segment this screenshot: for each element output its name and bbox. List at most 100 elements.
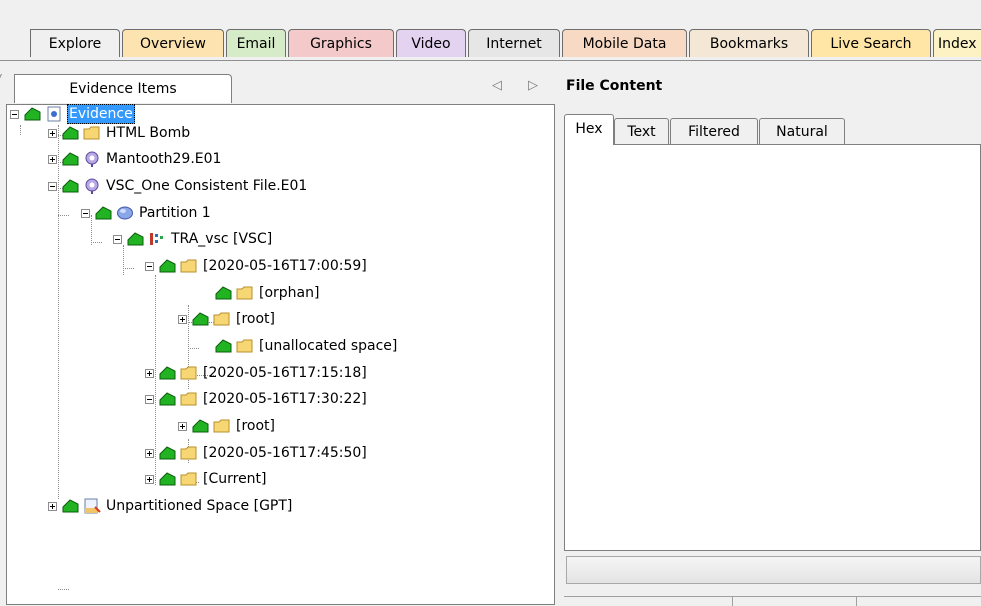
tree-node[interactable]: Evidence [10, 104, 135, 124]
tab-live-search[interactable]: Live Search [811, 29, 931, 57]
main-tab-strip: Explore Overview Email Graphics Video In… [0, 26, 981, 61]
tree-node-label: [unallocated space] [259, 338, 398, 354]
tree-node[interactable]: [orphan] [214, 283, 320, 303]
tab-label: Overview [140, 36, 206, 52]
folder-icon [180, 446, 197, 460]
tree-node-label: TRA_vsc [VSC] [171, 231, 273, 247]
folder-icon [180, 472, 197, 486]
tab-filtered[interactable]: Filtered [670, 118, 758, 144]
magnifier-disk-icon [85, 151, 99, 167]
tree-node[interactable]: [2020-05-16T17:30:22] [145, 389, 368, 409]
tree-node[interactable]: [2020-05-16T17:45:50] [145, 443, 368, 463]
tree-node[interactable]: HTML Bomb [48, 123, 191, 143]
folder-icon [180, 259, 197, 273]
tree-node[interactable]: [unallocated space] [214, 336, 398, 356]
tab-hex[interactable]: Hex [564, 114, 614, 145]
triangle-left-icon[interactable]: ◁ [492, 78, 502, 93]
tab-video[interactable]: Video [396, 29, 466, 57]
tree-node-label: [root] [236, 311, 275, 327]
green-arrow-icon [159, 392, 176, 406]
green-arrow-icon [62, 152, 79, 166]
tab-label: Email [236, 36, 276, 52]
tree-node[interactable]: [root] [178, 416, 276, 436]
expand-toggle[interactable] [178, 314, 187, 324]
file-content-title: File Content [566, 78, 663, 94]
tab-internet[interactable]: Internet [468, 29, 560, 57]
tree-node[interactable]: [root] [178, 309, 276, 329]
hex-view[interactable] [564, 144, 981, 551]
green-arrow-icon [62, 499, 79, 513]
tab-evidence-items[interactable]: Evidence Items [14, 74, 232, 103]
tab-mobile-data[interactable]: Mobile Data [562, 29, 687, 57]
triangle-right-icon[interactable]: ▷ [528, 78, 538, 93]
collapse-toggle[interactable] [10, 109, 19, 119]
green-arrow-icon [159, 259, 176, 273]
tree-node-label: [2020-05-16T17:15:18] [203, 365, 367, 381]
tab-bookmarks[interactable]: Bookmarks [689, 29, 809, 57]
collapse-toggle[interactable] [145, 261, 154, 271]
status-bar [566, 556, 981, 584]
tree-node-label: Unpartitioned Space [GPT] [106, 498, 293, 514]
tab-overview[interactable]: Overview [122, 29, 224, 57]
tab-label: Mobile Data [582, 36, 667, 52]
tab-label: Hex [575, 121, 603, 137]
tab-text[interactable]: Text [614, 118, 669, 144]
magnifier-disk-icon [85, 178, 99, 194]
tree-node-label: [2020-05-16T17:45:50] [203, 445, 367, 461]
expand-toggle[interactable] [145, 448, 154, 458]
green-arrow-icon [192, 312, 209, 326]
tree-node[interactable]: Unpartitioned Space [GPT] [48, 496, 293, 516]
tree-node[interactable]: TRA_vsc [VSC] [113, 229, 273, 249]
folder-icon [213, 312, 230, 326]
green-arrow-icon [62, 179, 79, 193]
expand-toggle[interactable] [48, 501, 57, 511]
green-arrow-icon [95, 206, 112, 220]
evidence-icon [47, 106, 61, 122]
tab-label: Bookmarks [709, 36, 789, 52]
tab-natural[interactable]: Natural [759, 118, 845, 144]
expand-toggle[interactable] [178, 421, 187, 431]
file-content-pane: File Content Hex Text Filtered Natural [562, 62, 981, 606]
unpartitioned-icon [84, 498, 101, 514]
tab-graphics[interactable]: Graphics [288, 29, 394, 57]
tree-node-label: [2020-05-16T17:30:22] [203, 391, 367, 407]
tree-node[interactable]: Partition 1 [81, 203, 212, 223]
tree-node[interactable]: [2020-05-16T17:15:18] [145, 363, 368, 383]
folder-icon [213, 419, 230, 433]
green-arrow-icon [159, 472, 176, 486]
tab-label: Internet [486, 36, 542, 52]
collapse-toggle[interactable] [113, 234, 122, 244]
expand-toggle[interactable] [145, 368, 154, 378]
tree-node-label: [Current] [203, 471, 267, 487]
tree-node[interactable]: VSC_One Consistent File.E01 [48, 176, 308, 196]
expand-toggle[interactable] [48, 154, 57, 164]
folder-icon [236, 286, 253, 300]
tab-index[interactable]: Index [933, 29, 981, 57]
top-toolbar-area [0, 0, 981, 24]
tab-label: Filtered [688, 124, 740, 140]
green-arrow-icon [127, 232, 144, 246]
green-arrow-icon [24, 107, 41, 121]
tab-label: Natural [776, 124, 828, 140]
tab-explore[interactable]: Explore [30, 29, 120, 57]
tree-node[interactable]: [Current] [145, 469, 268, 489]
tab-label: Evidence Items [69, 81, 177, 97]
green-arrow-icon [159, 446, 176, 460]
tree-node-label: [root] [236, 418, 275, 434]
collapse-toggle[interactable] [145, 394, 154, 404]
tab-label: Graphics [310, 36, 372, 52]
collapse-toggle[interactable] [81, 208, 90, 218]
collapse-toggle[interactable] [48, 181, 57, 191]
expand-toggle[interactable] [145, 474, 154, 484]
green-arrow-icon [62, 126, 79, 140]
tree-node-label: HTML Bomb [106, 125, 191, 141]
expand-toggle[interactable] [48, 128, 57, 138]
tab-email[interactable]: Email [226, 29, 286, 57]
tree-node-label: VSC_One Consistent File.E01 [106, 178, 308, 194]
folder-icon [83, 126, 100, 140]
green-arrow-icon [215, 339, 232, 353]
tree-node-label: Mantooth29.E01 [106, 151, 222, 167]
folder-icon [180, 392, 197, 406]
tree-node[interactable]: [2020-05-16T17:00:59] [145, 256, 368, 276]
tree-node[interactable]: Mantooth29.E01 [48, 149, 222, 169]
